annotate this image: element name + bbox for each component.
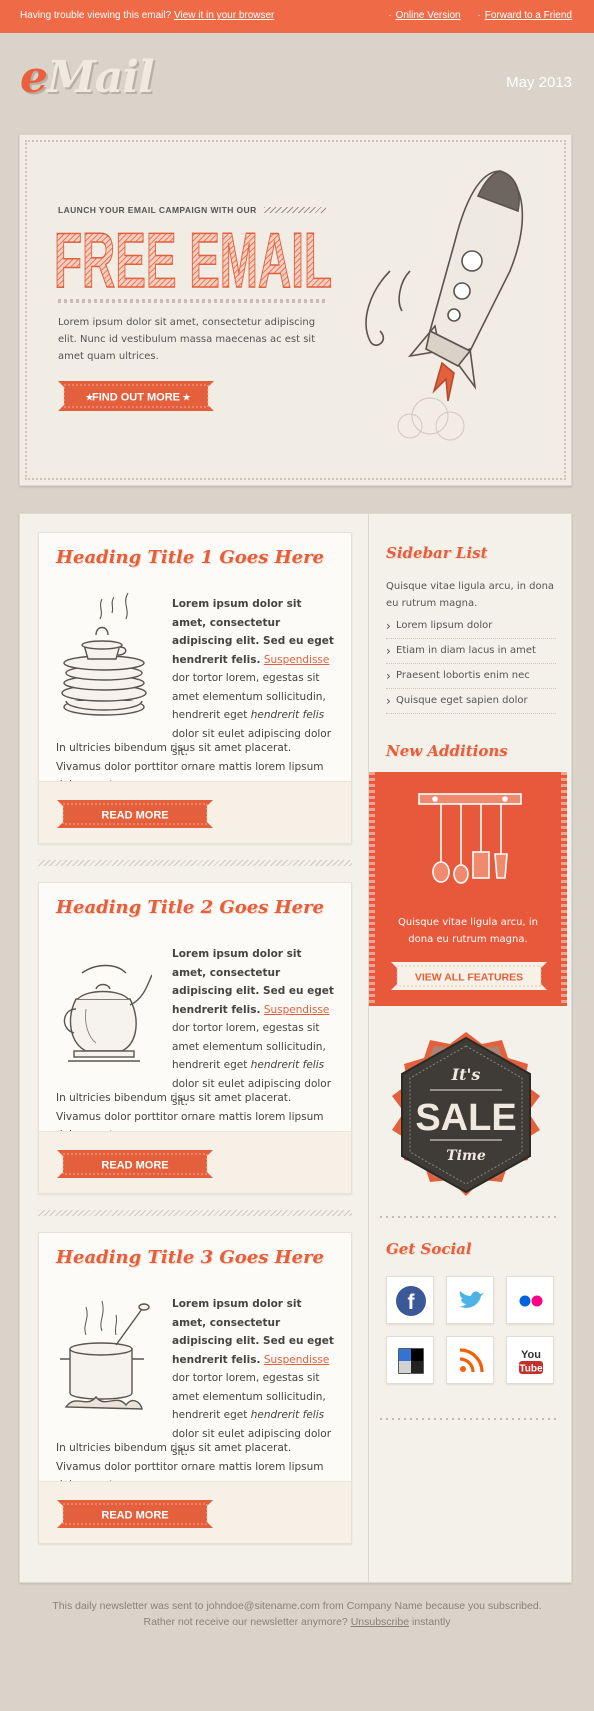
star-icon: ★ xyxy=(182,393,191,404)
footer-unsubscribe-suffix: instantly xyxy=(411,1616,451,1628)
new-additions-feature: Quisque vitae ligula arcu, in dona eu ru… xyxy=(369,772,567,1006)
article-body: Lorem ipsum dolor sit amet, consectetur … xyxy=(172,595,334,762)
hero-banner: LAUNCH YOUR EMAIL CAMPAIGN WITH OUR FREE… xyxy=(19,134,572,486)
read-more-label: READ MORE xyxy=(101,1510,168,1522)
trouble-notice: Having trouble viewing this email? View … xyxy=(20,10,274,21)
issue-date: May 2013 xyxy=(506,74,572,91)
rss-button[interactable] xyxy=(446,1336,494,1384)
teapot-icon xyxy=(63,964,152,1062)
svg-text:You: You xyxy=(521,1349,541,1361)
article-card: Heading Title 1 Goes Here Lorem ipsum do… xyxy=(38,532,352,844)
find-out-more-label: FIND OUT MORE xyxy=(92,392,180,404)
article-body-italic: hendrerit felis xyxy=(250,709,325,721)
footer-subscription-note: This daily newsletter was sent to johndo… xyxy=(52,1600,542,1612)
logo-e: e xyxy=(20,52,48,103)
article-body: Lorem ipsum dolor sit amet, consectetur … xyxy=(172,945,334,1112)
delicious-icon xyxy=(398,1348,424,1374)
twitter-button[interactable] xyxy=(446,1276,494,1324)
view-all-features-label: VIEW ALL FEATURES xyxy=(415,972,523,984)
youtube-button[interactable]: You Tube xyxy=(506,1336,554,1384)
article-title[interactable]: Heading Title 1 Goes Here xyxy=(56,547,324,568)
ribbon-edge xyxy=(561,772,567,1006)
hero-kicker: LAUNCH YOUR EMAIL CAMPAIGN WITH OUR xyxy=(58,205,257,215)
sidebar-dotted-divider xyxy=(380,1418,560,1420)
read-more-label: READ MORE xyxy=(101,1160,168,1172)
svg-text:Tube: Tube xyxy=(519,1364,543,1375)
delicious-button[interactable] xyxy=(386,1336,434,1384)
sale-badge[interactable]: It's SALE Time xyxy=(390,1030,542,1200)
article-inline-link[interactable]: Suspendisse xyxy=(264,1004,330,1016)
article-card: Heading Title 2 Goes Here Lorem ipsum do… xyxy=(38,882,352,1194)
article-body-italic: hendrerit felis xyxy=(250,1059,325,1071)
top-bar: Having trouble viewing this email? View … xyxy=(0,0,594,33)
sidebar-list-item[interactable]: Praesent lobortis enim nec xyxy=(386,664,556,689)
read-more-button[interactable]: READ MORE xyxy=(57,1500,213,1528)
view-in-browser-link[interactable]: View it in your browser xyxy=(174,10,274,21)
cooking-pot-icon xyxy=(60,1300,150,1410)
find-out-more-button[interactable]: ★ FIND OUT MORE ★ xyxy=(58,381,214,411)
trouble-text: Having trouble viewing this email? xyxy=(20,10,172,21)
sidebar-list-item[interactable]: Quisque eget sapien dolor xyxy=(386,689,556,714)
new-additions-title: New Additions xyxy=(386,742,508,760)
article-card: Heading Title 3 Goes Here Lorem ipsum do… xyxy=(38,1232,352,1544)
article-footer: READ MORE xyxy=(39,781,351,843)
article-inline-link[interactable]: Suspendisse xyxy=(264,1354,330,1366)
bullet-separator: · xyxy=(388,10,392,21)
unsubscribe-link[interactable]: Unsubscribe xyxy=(351,1616,409,1628)
kitchen-utensils-icon xyxy=(418,793,522,884)
sidebar-list-item[interactable]: Etiam in diam lacus in amet xyxy=(386,639,556,664)
article-separator xyxy=(38,860,352,866)
facebook-button[interactable]: f xyxy=(386,1276,434,1324)
flickr-button[interactable] xyxy=(506,1276,554,1324)
logo-mail: Mail xyxy=(47,52,155,103)
read-more-label: READ MORE xyxy=(101,810,168,822)
article-body-italic: hendrerit felis xyxy=(250,1409,325,1421)
online-version-link[interactable]: Online Version xyxy=(396,10,461,21)
email-footer: This daily newsletter was sent to johndo… xyxy=(0,1598,594,1630)
footer-unsubscribe-prompt: Rather not receive our newsletter anymor… xyxy=(143,1616,348,1628)
article-body: Lorem ipsum dolor sit amet, consectetur … xyxy=(172,1295,334,1462)
read-more-button[interactable]: READ MORE xyxy=(57,800,213,828)
sidebar-dotted-divider xyxy=(380,1216,560,1218)
footer-unsubscribe-line: Rather not receive our newsletter anymor… xyxy=(0,1614,594,1630)
rss-icon xyxy=(459,1348,484,1373)
sale-main-text: SALE xyxy=(415,1097,516,1139)
new-additions-text: Quisque vitae ligula arcu, in dona eu ru… xyxy=(398,917,538,945)
read-more-button[interactable]: READ MORE xyxy=(57,1150,213,1178)
hero-lead: Lorem ipsum dolor sit amet, consectetur … xyxy=(58,317,316,362)
article-inline-link[interactable]: Suspendisse xyxy=(264,654,330,666)
rocket-icon xyxy=(365,170,524,441)
hero-headline-text: FREE EMAIL xyxy=(54,221,332,295)
get-social-title: Get Social xyxy=(386,1240,472,1258)
sidebar-intro: Quisque vitae ligula arcu, in dona eu ru… xyxy=(386,581,555,609)
sidebar-list: Lorem lipsum dolor Etiam in diam lacus i… xyxy=(386,614,556,714)
article-separator xyxy=(38,1210,352,1216)
article-title[interactable]: Heading Title 2 Goes Here xyxy=(56,897,324,918)
hero-dash-divider xyxy=(58,299,326,303)
youtube-icon: You Tube xyxy=(519,1349,543,1375)
hero-headline: FREE EMAIL xyxy=(54,221,333,295)
sidebar-list-item[interactable]: Lorem lipsum dolor xyxy=(386,614,556,639)
main-content-panel: Heading Title 1 Goes Here Lorem ipsum do… xyxy=(19,513,572,1583)
flickr-icon xyxy=(519,1295,543,1307)
bullet-separator: · xyxy=(477,10,481,21)
column-divider xyxy=(368,514,369,1582)
dishes-icon xyxy=(61,592,147,716)
email-logo[interactable]: eMail xyxy=(20,52,155,103)
hero-kicker-hatch xyxy=(264,207,326,213)
twitter-icon xyxy=(459,1291,484,1308)
sale-bottom-text: Time xyxy=(446,1148,486,1164)
view-all-features-button[interactable]: VIEW ALL FEATURES xyxy=(391,962,547,990)
article-footer: READ MORE xyxy=(39,1481,351,1543)
svg-text:f: f xyxy=(408,1291,416,1314)
facebook-icon: f xyxy=(396,1286,426,1316)
sidebar-list-title: Sidebar List xyxy=(386,544,488,562)
article-title[interactable]: Heading Title 3 Goes Here xyxy=(56,1247,324,1268)
top-links: · Online Version · Forward to a Friend xyxy=(374,10,572,21)
sale-top-text: It's xyxy=(451,1065,481,1084)
ribbon-edge xyxy=(369,772,375,1006)
forward-to-friend-link[interactable]: Forward to a Friend xyxy=(485,10,572,21)
article-footer: READ MORE xyxy=(39,1131,351,1193)
